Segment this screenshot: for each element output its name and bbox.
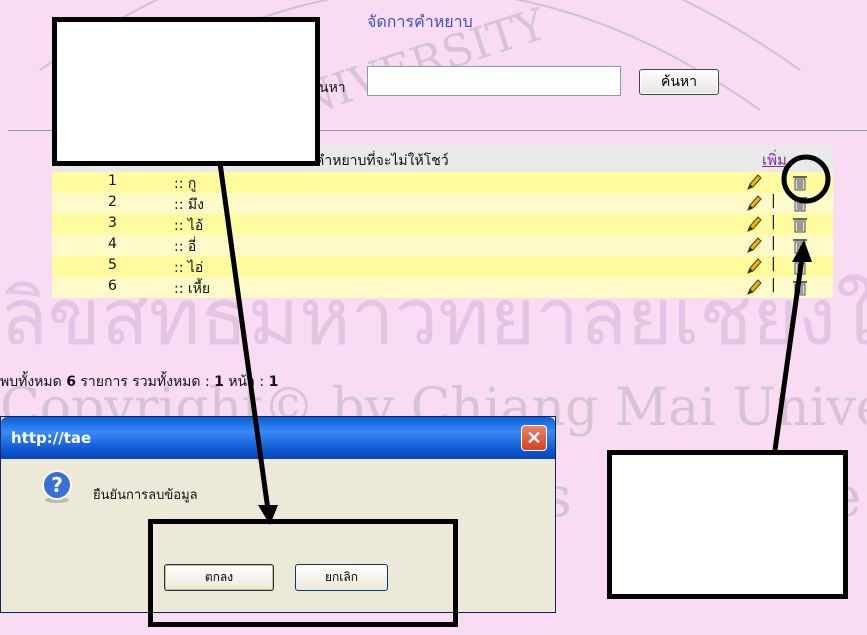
table-row: 6 :: เหี้ย | <box>52 277 833 298</box>
action-separator: | <box>771 256 776 272</box>
action-separator: | <box>771 277 776 293</box>
row-index: 6 <box>108 278 117 294</box>
dialog-message: ยืนยันการลบข้อมูล <box>93 488 198 503</box>
trash-icon[interactable] <box>792 216 808 233</box>
search-input[interactable] <box>367 66 621 96</box>
add-link[interactable]: เพิ่ม <box>762 148 787 172</box>
annotation-box-right <box>607 450 848 599</box>
action-separator: | <box>771 193 776 209</box>
row-word: :: กู <box>174 176 197 192</box>
column-header: คำหยาบที่จะไม่ให้โชว์ <box>315 153 449 169</box>
pencil-icon[interactable] <box>746 215 762 233</box>
action-separator: | <box>771 235 776 251</box>
pencil-icon[interactable] <box>746 173 762 191</box>
table-row: 5 :: ไอ่ | <box>52 256 833 277</box>
row-word: :: อี่ <box>174 239 197 255</box>
pencil-icon[interactable] <box>746 257 762 275</box>
table-row: 4 :: อี่ | <box>52 235 833 256</box>
dialog-title: http://tae <box>11 429 92 447</box>
trash-icon[interactable] <box>792 279 808 296</box>
page-title: จัดการคำหยาบ <box>367 12 473 31</box>
trash-icon[interactable] <box>792 195 808 212</box>
result-summary: พบทั้งหมด 6 รายการ รวมทั้งหมด : 1 หน้า :… <box>0 371 278 393</box>
trash-icon[interactable] <box>792 237 808 254</box>
row-index: 2 <box>108 194 117 210</box>
trash-icon[interactable] <box>792 174 808 191</box>
row-word: :: ไอ้ <box>174 218 204 234</box>
summary-current-page: 1 <box>268 374 279 390</box>
question-icon: ? <box>42 470 72 503</box>
dialog-titlebar[interactable]: http://tae ✕ <box>1 417 555 459</box>
table-row: 3 :: ไอ้ | <box>52 214 833 235</box>
trash-icon[interactable] <box>792 258 808 275</box>
annotation-callout-buttons <box>148 519 458 627</box>
search-label: นหา <box>319 80 346 96</box>
summary-middle: รายการ รวมทั้งหมด : <box>75 374 215 390</box>
svg-text:?: ? <box>51 473 63 497</box>
search-button[interactable]: ค้นหา <box>639 69 719 95</box>
row-word: :: ไอ่ <box>174 260 204 276</box>
table-row: 1 :: กู <box>52 172 833 193</box>
row-word: :: เหี้ย <box>174 281 211 297</box>
table-row: 2 :: มึง | <box>52 193 833 214</box>
pencil-icon[interactable] <box>746 236 762 254</box>
row-word: :: มึง <box>174 197 204 213</box>
row-index: 5 <box>108 257 117 273</box>
pencil-icon[interactable] <box>746 278 762 296</box>
close-icon[interactable]: ✕ <box>521 425 547 451</box>
summary-prefix: พบทั้งหมด <box>0 374 67 390</box>
row-index: 4 <box>108 236 117 252</box>
summary-pages: 1 <box>214 374 224 390</box>
row-index: 3 <box>108 215 117 231</box>
summary-count: 6 <box>66 374 76 390</box>
annotation-box-top-left <box>52 17 320 166</box>
action-separator: | <box>771 214 776 230</box>
row-index: 1 <box>108 173 117 189</box>
summary-page-label: หน้า : <box>223 374 269 390</box>
pencil-icon[interactable] <box>746 194 762 212</box>
